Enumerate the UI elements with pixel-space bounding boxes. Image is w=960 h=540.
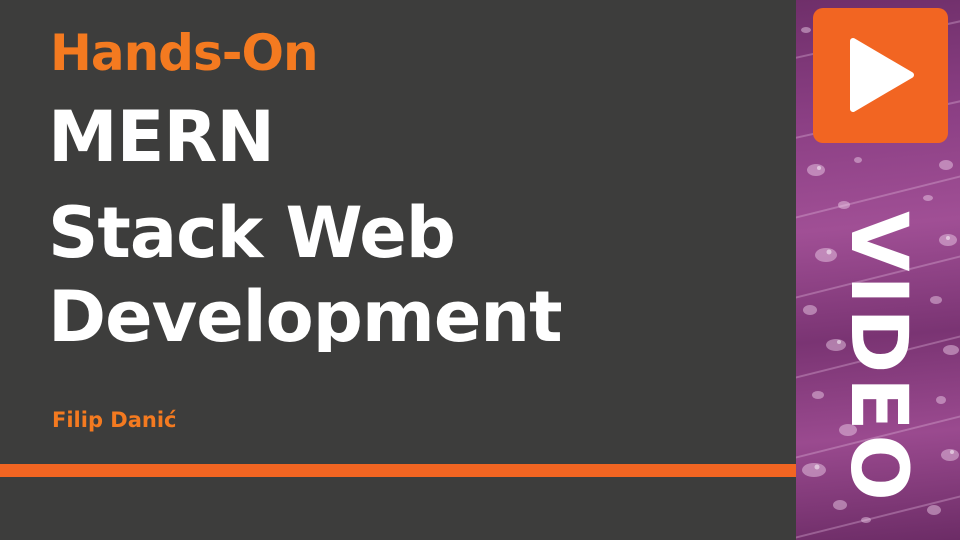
course-subtitle: Hands-On: [50, 24, 319, 82]
video-cover-slide: Hands-On MERN Stack Web Development Fili…: [0, 0, 960, 540]
video-label-text: VIDEO: [833, 211, 923, 505]
author-name: Filip Danić: [52, 408, 177, 432]
play-badge: [813, 8, 948, 143]
play-icon: [850, 38, 914, 112]
course-title-line-1: MERN: [48, 96, 275, 178]
course-title-line-2: Stack Web: [48, 192, 456, 274]
divider-bar: [0, 464, 796, 477]
course-title-line-3: Development: [48, 282, 562, 352]
